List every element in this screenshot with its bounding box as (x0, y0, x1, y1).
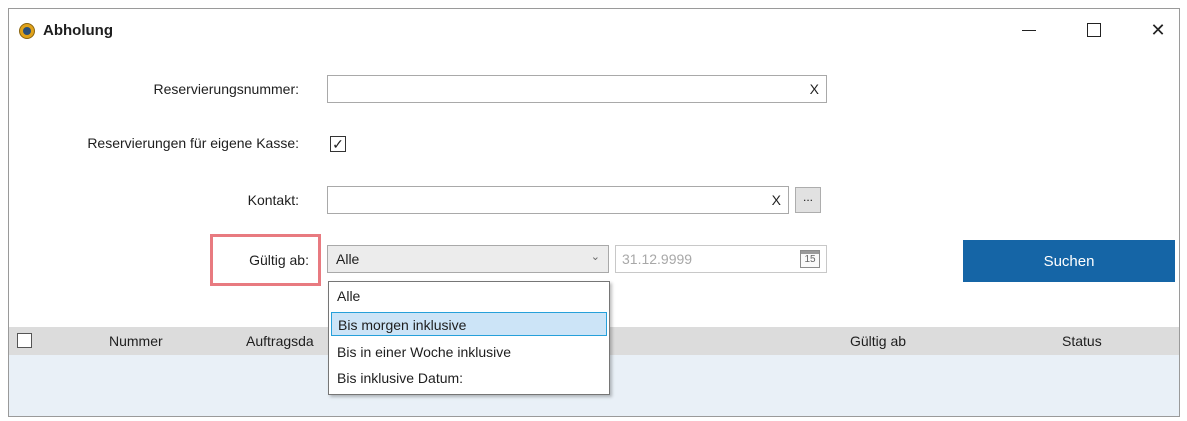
select-all-checkbox[interactable] (17, 333, 32, 348)
column-header-order-date[interactable]: Auftragsda (246, 333, 314, 349)
close-button[interactable]: ✕ (1138, 15, 1178, 45)
column-header-status[interactable]: Status (1062, 333, 1102, 349)
close-icon: ✕ (1150, 19, 1166, 40)
date-placeholder: 31.12.9999 (622, 251, 693, 267)
valid-from-dropdown-list: Alle Bis morgen inklusive Bis in einer W… (328, 281, 610, 395)
app-icon (19, 23, 35, 39)
own-register-checkbox[interactable]: ✓ (330, 136, 346, 152)
calendar-icon[interactable]: 15 (800, 250, 820, 268)
title-bar: Abholung ✕ (9, 9, 1179, 49)
window-title: Abholung (43, 22, 113, 39)
dropdown-option-alle[interactable]: Alle (331, 284, 607, 308)
valid-from-select[interactable]: Alle ⌄ (327, 245, 609, 273)
column-header-valid-from[interactable]: Gültig ab (850, 333, 906, 349)
dropdown-option-bis-in-einer-woche[interactable]: Bis in einer Woche inklusive (331, 340, 607, 364)
column-header-number[interactable]: Nummer (109, 333, 163, 349)
clear-contact-button[interactable]: X (772, 192, 781, 208)
maximize-button[interactable] (1074, 15, 1114, 45)
search-button[interactable]: Suchen (963, 240, 1175, 282)
contact-browse-button[interactable]: ... (795, 187, 821, 213)
contact-input[interactable]: X (327, 186, 789, 214)
valid-from-date-input[interactable]: 31.12.9999 15 (615, 245, 827, 273)
reservation-number-input[interactable]: X (327, 75, 827, 103)
chevron-down-icon: ⌄ (590, 251, 600, 263)
abholung-window: Abholung ✕ Reservierungsnummer: X Reserv… (8, 8, 1180, 417)
minimize-button[interactable] (1009, 15, 1049, 45)
clear-reservation-number-button[interactable]: X (810, 81, 819, 97)
valid-from-label: Gültig ab: (249, 252, 309, 268)
minimize-icon (1022, 29, 1036, 31)
valid-from-selected-value: Alle (336, 251, 360, 267)
reservation-number-label: Reservierungsnummer: (153, 81, 300, 97)
own-register-label: Reservierungen für eigene Kasse: (87, 135, 299, 151)
dropdown-option-bis-inklusive-datum[interactable]: Bis inklusive Datum: (331, 366, 607, 390)
dropdown-option-bis-morgen[interactable]: Bis morgen inklusive (331, 312, 607, 336)
contact-label: Kontakt: (247, 192, 299, 208)
checkmark-icon: ✓ (332, 136, 344, 152)
maximize-icon (1087, 23, 1101, 37)
